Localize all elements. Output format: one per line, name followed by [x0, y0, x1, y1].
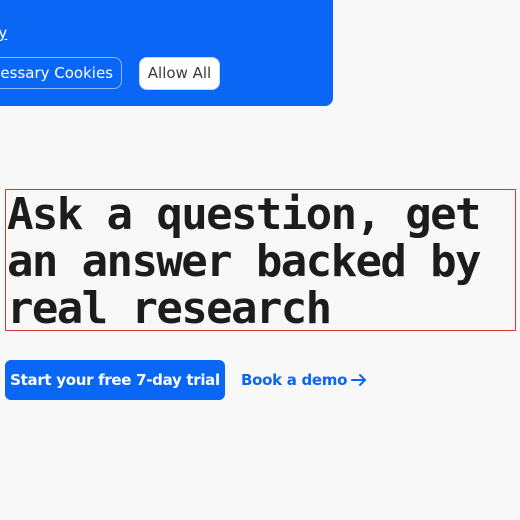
cookie-policy-link[interactable]: icy [0, 24, 7, 42]
necessary-cookies-button[interactable]: cessary Cookies [0, 57, 122, 89]
book-demo-link[interactable]: Book a demo [241, 368, 367, 392]
allow-all-button[interactable]: Allow All [139, 57, 220, 90]
headline-container: Ask a question, get an answer backed by … [5, 189, 516, 334]
cookie-banner: icy cessary Cookies Allow All [0, 0, 333, 106]
book-demo-label: Book a demo [241, 371, 348, 389]
start-free-trial-button[interactable]: Start your free 7-day trial [5, 360, 225, 400]
hero-headline: Ask a question, get an answer backed by … [7, 189, 482, 334]
arrow-right-icon [351, 374, 367, 386]
